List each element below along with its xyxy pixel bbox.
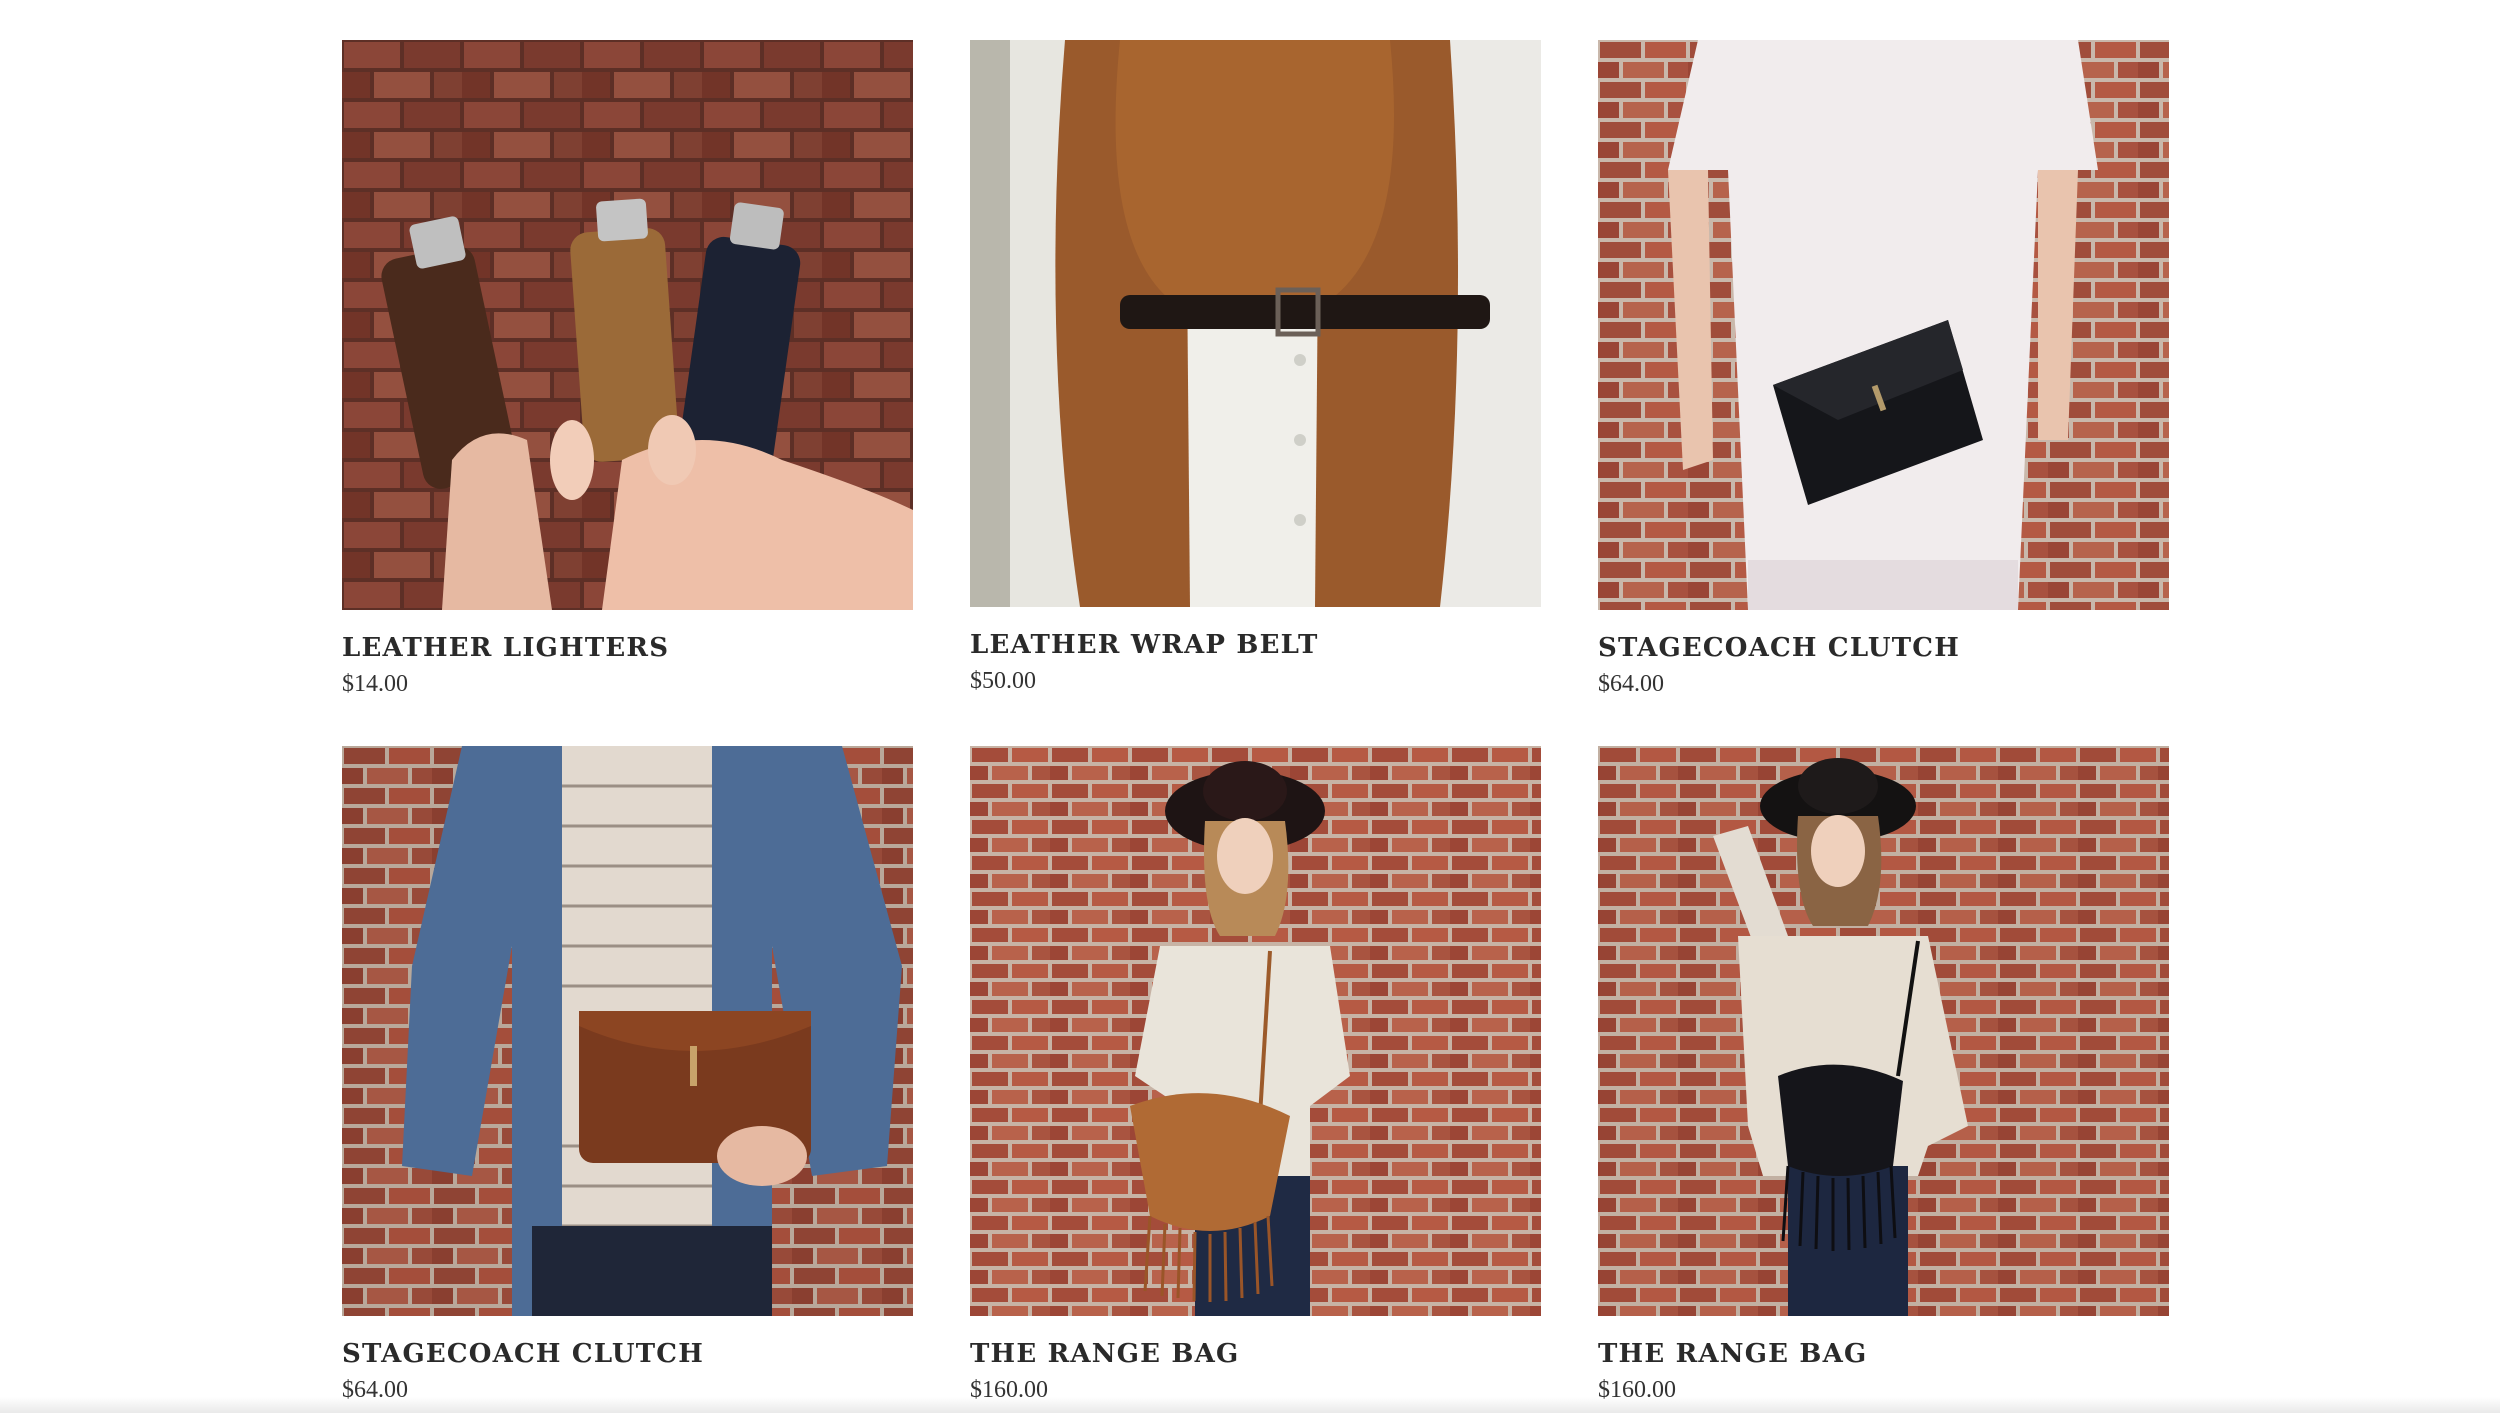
product-name[interactable]: STAGECOACH CLUTCH [1598,633,2169,663]
product-card-leather-wrap-belt[interactable]: LEATHER WRAP BELT $50.00 [970,40,1541,698]
product-card-range-bag-black[interactable]: THE RANGE BAG $160.00 [1598,746,2169,1404]
product-name[interactable]: LEATHER WRAP BELT [970,630,1541,660]
product-price: $50.00 [970,668,1036,694]
product-image-leather-wrap-belt[interactable] [970,40,1541,607]
product-card-stagecoach-clutch-brown[interactable]: STAGECOACH CLUTCH $64.00 [342,746,913,1404]
product-name[interactable]: THE RANGE BAG [1598,1339,2169,1369]
product-name[interactable]: THE RANGE BAG [970,1339,1541,1369]
product-card-range-bag-tan[interactable]: THE RANGE BAG $160.00 [970,746,1541,1404]
product-card-leather-lighters[interactable]: LEATHER LIGHTERS $14.00 [342,40,913,698]
product-image-stagecoach-clutch-brown[interactable] [342,746,913,1316]
product-name[interactable]: LEATHER LIGHTERS [342,633,913,663]
product-image-leather-lighters[interactable] [342,40,913,610]
product-grid: LEATHER LIGHTERS $14.00 LEATHER WRAP BEL… [342,40,2170,1404]
product-name[interactable]: STAGECOACH CLUTCH [342,1339,913,1369]
product-card-stagecoach-clutch-black[interactable]: STAGECOACH CLUTCH $64.00 [1598,40,2169,698]
bottom-scroll-fade [0,1397,2500,1413]
product-price: $64.00 [1598,671,1664,697]
product-image-range-bag-tan[interactable] [970,746,1541,1316]
product-price: $14.00 [342,671,408,697]
product-image-stagecoach-clutch-black[interactable] [1598,40,2169,610]
product-image-range-bag-black[interactable] [1598,746,2169,1316]
